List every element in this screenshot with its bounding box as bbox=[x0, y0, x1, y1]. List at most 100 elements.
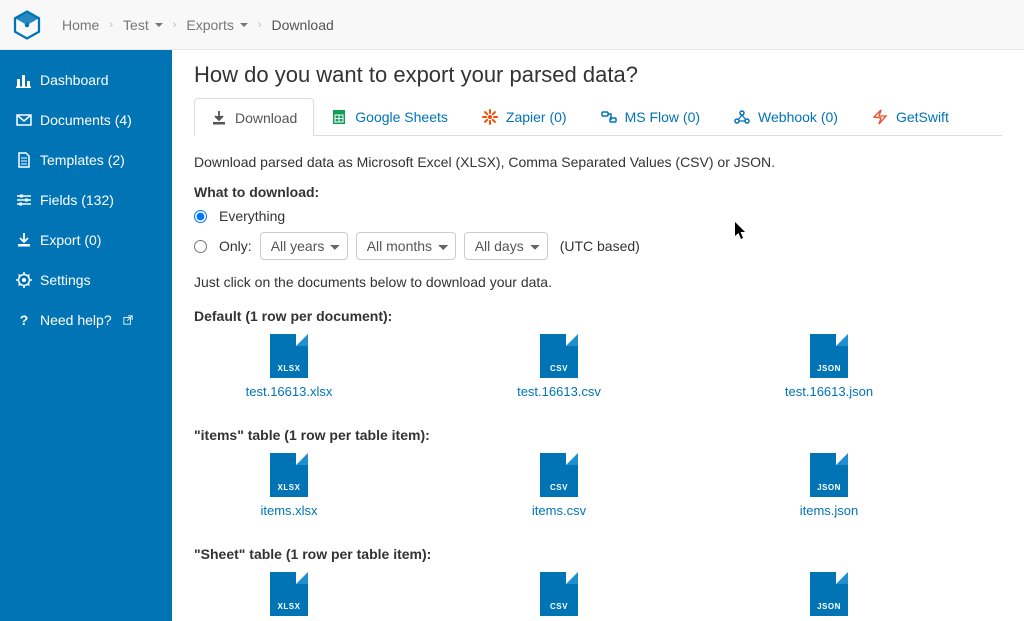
tab-ms-flow[interactable]: MS Flow (0) bbox=[584, 98, 717, 135]
download-row: XLSX items.xlsx CSV items.csv JSON items… bbox=[194, 453, 1002, 528]
breadcrumb-exports[interactable]: Exports bbox=[186, 17, 247, 33]
download-file[interactable]: XLSX items.xlsx bbox=[214, 453, 364, 518]
sidebar-label: Export (0) bbox=[40, 232, 101, 248]
tab-webhook[interactable]: Webhook (0) bbox=[717, 98, 855, 135]
radio-only-label: Only: bbox=[219, 238, 252, 254]
tab-label: MS Flow (0) bbox=[625, 109, 700, 125]
download-file[interactable]: CSV items.csv bbox=[484, 453, 634, 518]
file-name: test.16613.xlsx bbox=[246, 384, 333, 399]
download-icon bbox=[211, 110, 227, 126]
sidebar-item-help[interactable]: ? Need help? bbox=[0, 300, 172, 340]
zapier-icon bbox=[482, 109, 498, 125]
file-icon: JSON bbox=[810, 453, 848, 497]
file-name: items.json bbox=[800, 503, 859, 518]
file-icon: XLSX bbox=[270, 572, 308, 616]
svg-text:?: ? bbox=[20, 312, 29, 328]
download-file[interactable]: JSON Sheet.json bbox=[754, 572, 904, 621]
file-badge: XLSX bbox=[273, 364, 305, 373]
caret-down-icon bbox=[155, 23, 163, 27]
download-file[interactable]: CSV Sheet.csv bbox=[484, 572, 634, 621]
file-badge: XLSX bbox=[273, 483, 305, 492]
getswift-icon bbox=[872, 109, 888, 125]
file-badge: CSV bbox=[543, 364, 575, 373]
file-icon: XLSX bbox=[270, 334, 308, 378]
radio-everything-label: Everything bbox=[219, 208, 285, 224]
select-months[interactable]: All months bbox=[356, 232, 456, 260]
download-file[interactable]: XLSX test.16613.xlsx bbox=[214, 334, 364, 399]
external-link-icon bbox=[120, 315, 136, 325]
download-file[interactable]: JSON test.16613.json bbox=[754, 334, 904, 399]
file-icon: CSV bbox=[540, 572, 578, 616]
file-badge: JSON bbox=[813, 483, 845, 492]
download-file[interactable]: JSON items.json bbox=[754, 453, 904, 518]
sidebar-label: Documents (4) bbox=[40, 112, 132, 128]
chevron-right-icon: › bbox=[173, 19, 177, 31]
select-years[interactable]: All years bbox=[260, 232, 348, 260]
download-group-label: "Sheet" table (1 row per table item): bbox=[194, 546, 1002, 562]
google-sheets-icon bbox=[331, 109, 347, 125]
file-icon: CSV bbox=[540, 334, 578, 378]
download-file[interactable]: XLSX Sheet.xlsx bbox=[214, 572, 364, 621]
topbar: Home › Test › Exports › Download bbox=[0, 0, 1024, 50]
caret-down-icon bbox=[240, 23, 248, 27]
tab-label: Google Sheets bbox=[355, 109, 448, 125]
tab-label: Zapier (0) bbox=[506, 109, 567, 125]
tab-getswift[interactable]: GetSwift bbox=[855, 98, 966, 135]
tab-google-sheets[interactable]: Google Sheets bbox=[314, 98, 465, 135]
download-group-label: Default (1 row per document): bbox=[194, 308, 1002, 324]
gear-icon bbox=[16, 272, 32, 288]
breadcrumb: Home › Test › Exports › Download bbox=[62, 17, 334, 33]
file-icon: CSV bbox=[540, 453, 578, 497]
file-icon: JSON bbox=[810, 572, 848, 616]
breadcrumb-download: Download bbox=[272, 17, 334, 33]
sidebar-label: Fields (132) bbox=[40, 192, 114, 208]
file-name: items.xlsx bbox=[260, 503, 317, 518]
sidebar-item-fields[interactable]: Fields (132) bbox=[0, 180, 172, 220]
sidebar-item-dashboard[interactable]: Dashboard bbox=[0, 60, 172, 100]
app-logo-icon[interactable] bbox=[12, 10, 42, 40]
ms-flow-icon bbox=[601, 109, 617, 125]
click-hint: Just click on the documents below to dow… bbox=[194, 274, 1002, 290]
file-badge: JSON bbox=[813, 364, 845, 373]
tab-zapier[interactable]: Zapier (0) bbox=[465, 98, 584, 135]
radio-everything[interactable] bbox=[194, 210, 207, 223]
sidebar-label: Templates (2) bbox=[40, 152, 125, 168]
breadcrumb-home[interactable]: Home bbox=[62, 17, 99, 33]
sidebar-label: Need help? bbox=[40, 312, 112, 328]
breadcrumb-test[interactable]: Test bbox=[123, 17, 163, 33]
question-icon: ? bbox=[16, 312, 32, 328]
chevron-right-icon: › bbox=[109, 19, 113, 31]
sidebar: Dashboard Documents (4) Templates (2) Fi… bbox=[0, 50, 172, 621]
tab-label: Download bbox=[235, 110, 297, 126]
radio-only[interactable] bbox=[194, 240, 207, 253]
breadcrumb-exports-label: Exports bbox=[186, 17, 233, 33]
select-days[interactable]: All days bbox=[464, 232, 548, 260]
sidebar-item-export[interactable]: Export (0) bbox=[0, 220, 172, 260]
utc-note: (UTC based) bbox=[560, 238, 640, 254]
webhook-icon bbox=[734, 109, 750, 125]
chevron-right-icon: › bbox=[258, 19, 262, 31]
sidebar-item-settings[interactable]: Settings bbox=[0, 260, 172, 300]
what-to-download-label: What to download: bbox=[194, 184, 1002, 200]
sidebar-label: Dashboard bbox=[40, 72, 109, 88]
download-icon bbox=[16, 232, 32, 248]
tab-download[interactable]: Download bbox=[194, 98, 314, 136]
file-badge: JSON bbox=[813, 602, 845, 611]
radio-row-only[interactable]: Only: All years All months All days (UTC… bbox=[194, 232, 1002, 260]
breadcrumb-test-label: Test bbox=[123, 17, 149, 33]
download-file[interactable]: CSV test.16613.csv bbox=[484, 334, 634, 399]
sliders-icon bbox=[16, 192, 32, 208]
sidebar-item-templates[interactable]: Templates (2) bbox=[0, 140, 172, 180]
radio-row-everything[interactable]: Everything bbox=[194, 208, 1002, 224]
file-icon: XLSX bbox=[270, 453, 308, 497]
file-badge: XLSX bbox=[273, 602, 305, 611]
tab-label: GetSwift bbox=[896, 109, 949, 125]
file-icon: JSON bbox=[810, 334, 848, 378]
document-icon bbox=[16, 152, 32, 168]
page-title: How do you want to export your parsed da… bbox=[194, 62, 1002, 88]
file-name: items.csv bbox=[532, 503, 586, 518]
main-content: How do you want to export your parsed da… bbox=[172, 50, 1024, 621]
file-name: test.16613.csv bbox=[517, 384, 601, 399]
sidebar-item-documents[interactable]: Documents (4) bbox=[0, 100, 172, 140]
download-row: XLSX Sheet.xlsx CSV Sheet.csv JSON Sheet… bbox=[194, 572, 1002, 621]
